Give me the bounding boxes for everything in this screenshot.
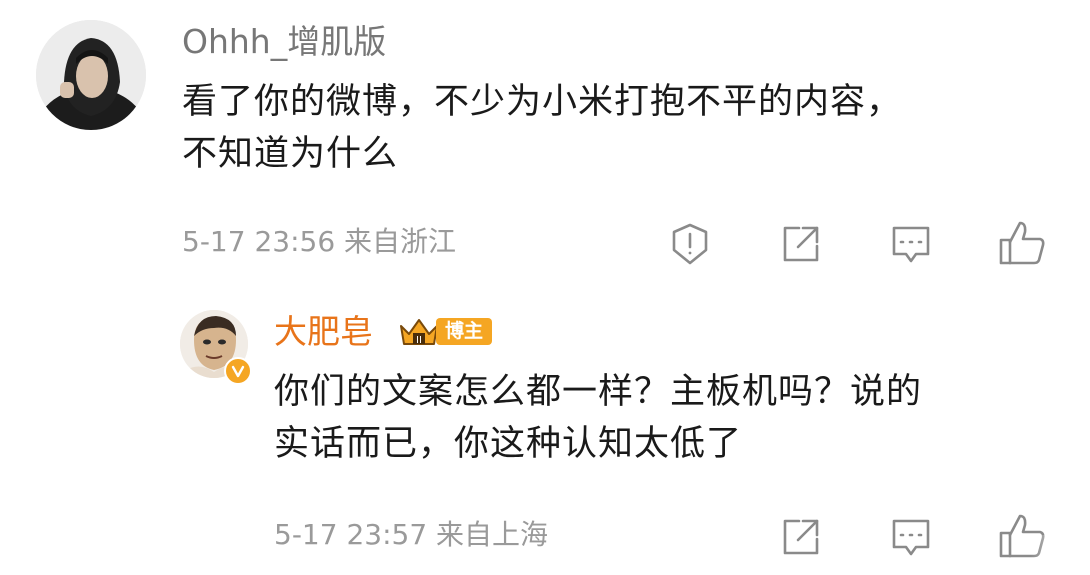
reply-text-line: 实话而已，你这种认知太低了: [274, 424, 743, 464]
crown-icon: II: [400, 319, 438, 346]
comment-text-line: 不知道为什么: [182, 134, 399, 174]
badge-label: 博主: [436, 318, 492, 345]
reply-text: 你们的文案怎么都一样？主板机吗？说的 实话而已，你这种认知太低了: [274, 366, 1074, 470]
commenter-username[interactable]: Ohhh_增肌版: [182, 22, 386, 62]
reply-meta: 5-17 23:57 来自上海: [274, 518, 549, 551]
comment-text-line: 看了你的微博，不少为小米打抱不平的内容，: [182, 82, 903, 122]
replier-username[interactable]: 大肥皂: [274, 312, 373, 352]
like-icon[interactable]: [998, 220, 1046, 266]
reply-text-line: 你们的文案怎么都一样？主板机吗？说的: [274, 372, 923, 412]
reply-icon[interactable]: [890, 517, 932, 559]
comment-meta: 5-17 23:56 来自浙江: [182, 225, 457, 258]
share-icon[interactable]: [781, 224, 821, 264]
verified-badge-icon: [224, 357, 252, 385]
watermark-fade: [1030, 535, 1090, 575]
blogger-badge: II 博主: [398, 316, 494, 348]
commenter-avatar[interactable]: [36, 20, 146, 130]
report-icon[interactable]: [668, 222, 712, 266]
comment-text: 看了你的微博，不少为小米打抱不平的内容， 不知道为什么: [182, 76, 1062, 180]
svg-text:II: II: [416, 335, 422, 346]
reply-icon[interactable]: [890, 224, 932, 266]
share-icon[interactable]: [781, 517, 821, 557]
